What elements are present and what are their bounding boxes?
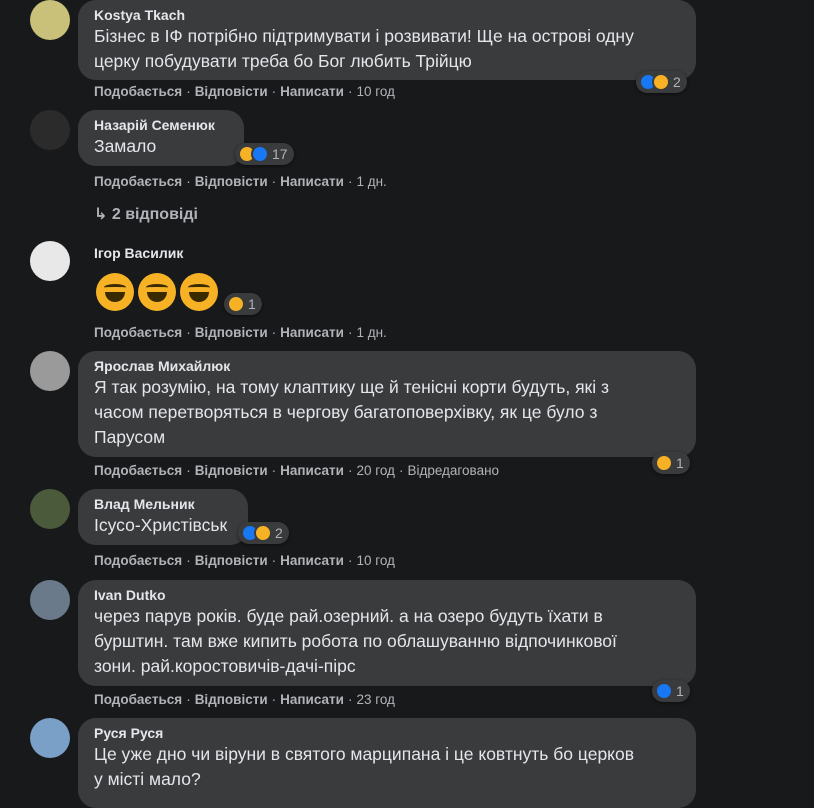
comment-bubble: Kostya Tkach Бізнес в ІФ потрібно підтри…: [78, 0, 696, 80]
reply-button[interactable]: Відповісти: [195, 174, 268, 189]
reply-arrow-icon: ↳: [94, 206, 108, 223]
avatar[interactable]: [30, 351, 70, 391]
comment-actions: Подобається · Відповісти · Написати · 1 дн.: [94, 325, 387, 340]
reaction-count: 1: [676, 683, 684, 699]
comment-actions: Подобається · Відповісти · Написати · 10 год: [94, 553, 395, 568]
comment-text-line: зони. рай.коростовичів-дачі-пірс: [94, 656, 356, 676]
write-button[interactable]: Написати: [280, 325, 344, 340]
comment-bubble: Руся Руся Це уже дно чи віруни в святого…: [78, 718, 696, 808]
avatar[interactable]: [30, 489, 70, 529]
timestamp[interactable]: 10 год: [356, 553, 394, 568]
write-button[interactable]: Написати: [280, 84, 344, 99]
like-button[interactable]: Подобається: [94, 174, 182, 189]
comment-text-line: Бізнес в ІФ потрібно підтримувати і розв…: [94, 26, 634, 46]
comment-text-line: Парусом: [94, 427, 166, 447]
sad-reaction-icon: [655, 454, 673, 472]
comment-bubble: Ivan Dutko через парув років. буде рай.о…: [78, 580, 696, 686]
avatar[interactable]: [30, 0, 70, 40]
timestamp[interactable]: 23 год: [356, 692, 394, 707]
write-button[interactable]: Написати: [280, 692, 344, 707]
author-name[interactable]: Назарій Семенюк: [94, 116, 228, 134]
reaction-count: 2: [673, 74, 681, 90]
write-button[interactable]: Написати: [280, 174, 344, 189]
comment-bubble: Влад Мельник Ісусо-Христівськ: [78, 489, 248, 545]
like-reaction-icon: [655, 682, 673, 700]
reaction-count: 1: [248, 296, 256, 312]
reaction-count: 1: [676, 455, 684, 471]
haha-reaction-icon: [227, 295, 245, 313]
comment-text-line: часом перетворяться в чергову багатопове…: [94, 402, 598, 422]
avatar[interactable]: [30, 110, 70, 150]
comment-text-line: через парув років. буде рай.озерний. а н…: [94, 606, 603, 626]
comment-bubble: Ярослав Михайлюк Я так розумію, на тому …: [78, 351, 696, 457]
comment-text-line: Я так розумію, на тому клаптику ще й тен…: [94, 377, 609, 397]
comment-actions: Подобається · Відповісти · Написати · 23 год: [94, 692, 395, 707]
author-name[interactable]: Ігор Василик: [94, 244, 202, 262]
like-reaction-icon: [251, 145, 269, 163]
edited-label[interactable]: Відредаговано: [407, 463, 499, 478]
timestamp[interactable]: 10 год: [356, 84, 394, 99]
laughing-emoji-icon: [180, 273, 218, 311]
laughing-emoji-icon: [96, 273, 134, 311]
like-button[interactable]: Подобається: [94, 553, 182, 568]
reply-button[interactable]: Відповісти: [195, 553, 268, 568]
reaction-summary[interactable]: 17: [235, 143, 294, 165]
reaction-summary[interactable]: 2: [238, 522, 289, 544]
timestamp[interactable]: 1 дн.: [356, 174, 386, 189]
reply-button[interactable]: Відповісти: [195, 463, 268, 478]
avatar[interactable]: [30, 580, 70, 620]
write-button[interactable]: Написати: [280, 553, 344, 568]
comment-actions: Подобається · Відповісти · Написати · 1 дн.: [94, 174, 387, 189]
author-name[interactable]: Kostya Tkach: [94, 6, 680, 24]
reply-button[interactable]: Відповісти: [195, 84, 268, 99]
laughing-emoji-icon: [138, 273, 176, 311]
reaction-count: 17: [272, 146, 288, 162]
reply-button[interactable]: Відповісти: [195, 325, 268, 340]
reaction-summary[interactable]: 1: [224, 293, 262, 315]
comment-text-line: Замало: [94, 136, 157, 156]
comment-text-line: Ісусо-Христівськ: [94, 515, 228, 535]
emoji-comment: [96, 273, 222, 316]
comment-text-line: церку побудувати треба бо Бог любить Трі…: [94, 51, 472, 71]
like-button[interactable]: Подобається: [94, 84, 182, 99]
reply-button[interactable]: Відповісти: [195, 692, 268, 707]
haha-reaction-icon: [254, 524, 272, 542]
author-name[interactable]: Ivan Dutko: [94, 586, 680, 604]
timestamp[interactable]: 1 дн.: [356, 325, 386, 340]
comment-bubble: Ігор Василик: [78, 241, 218, 265]
like-button[interactable]: Подобається: [94, 463, 182, 478]
avatar[interactable]: [30, 718, 70, 758]
view-replies-link[interactable]: ↳ 2 відповіді: [94, 204, 198, 224]
haha-reaction-icon: [652, 73, 670, 91]
comment-bubble: Назарій Семенюк Замало: [78, 110, 244, 166]
reaction-count: 2: [275, 525, 283, 541]
avatar[interactable]: [30, 241, 70, 281]
reaction-summary[interactable]: 2: [636, 71, 687, 93]
like-button[interactable]: Подобається: [94, 325, 182, 340]
comment-text-line: Це уже дно чи віруни в святого марципана…: [94, 744, 635, 764]
comment-actions: Подобається · Відповісти · Написати · 20 год · В…: [94, 463, 500, 478]
reaction-summary[interactable]: 1: [652, 452, 690, 474]
reaction-summary[interactable]: 1: [652, 680, 690, 702]
comment-text-line: бурштин. там вже кипить робота по облашу…: [94, 631, 617, 651]
author-name[interactable]: Ярослав Михайлюк: [94, 357, 680, 375]
author-name[interactable]: Влад Мельник: [94, 495, 232, 513]
author-name[interactable]: Руся Руся: [94, 724, 680, 742]
comment-actions: Подобається · Відповісти · Написати · 10 год: [94, 84, 395, 99]
like-button[interactable]: Подобається: [94, 692, 182, 707]
write-button[interactable]: Написати: [280, 463, 344, 478]
timestamp[interactable]: 20 год: [356, 463, 394, 478]
comment-text-line: у місті мало?: [94, 769, 201, 789]
